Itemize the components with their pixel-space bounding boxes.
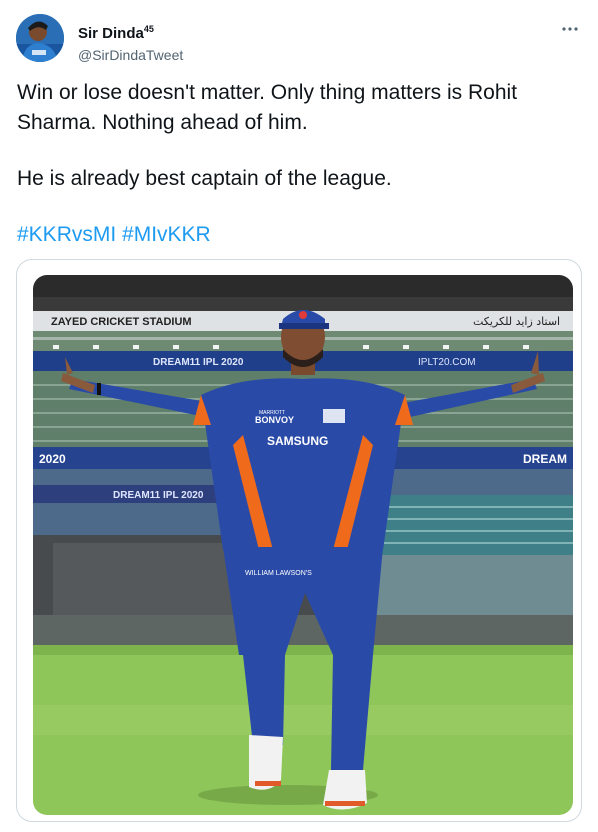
more-options-button[interactable]	[558, 20, 582, 40]
tweet-hashtags: #KKRvsMI #MIvKKR	[17, 220, 577, 250]
ellipsis-icon	[562, 27, 578, 31]
tweet-line-1: Win or lose doesn't matter. Only thing m…	[17, 81, 518, 134]
jersey-sponsor: SAMSUNG	[267, 434, 328, 448]
tweet-photo[interactable]: ZAYED CRICKET STADIUM استاد زايد للكريكت…	[33, 275, 573, 815]
author-names: Sir Dinda45 @SirDindaTweet	[78, 20, 183, 64]
shorts-brand: WILLIAM LAWSON'S	[245, 570, 312, 577]
hashtag-link[interactable]: #KKRvsMI	[17, 223, 116, 246]
author-display-name[interactable]: Sir Dinda45	[78, 20, 183, 43]
tweet-text: Win or lose doesn't matter. Only thing m…	[17, 78, 577, 250]
avatar[interactable]	[16, 14, 64, 62]
banner-top: DREAM11 IPL 2020	[153, 357, 244, 368]
display-name-text: Sir Dinda	[78, 25, 144, 42]
hashtag-link[interactable]: #MIvKKR	[122, 223, 211, 246]
banner-low: DREAM11 IPL 2020	[113, 490, 204, 501]
banner-url: IPLT20.COM	[418, 357, 476, 368]
jersey-brand: BONVOY	[255, 415, 294, 425]
arabic-sign: استاد زايد للكريكت	[473, 315, 560, 328]
tweet-header: Sir Dinda45 @SirDindaTweet	[16, 14, 582, 64]
tweet-line-2: He is already best captain of the league…	[17, 167, 392, 190]
banner-mid-left: 2020	[39, 452, 66, 466]
author-handle[interactable]: @SirDindaTweet	[78, 46, 183, 64]
display-name-superscript: 45	[143, 24, 154, 34]
banner-mid-right: DREAM	[523, 452, 567, 466]
stadium-sign: ZAYED CRICKET STADIUM	[51, 316, 192, 328]
